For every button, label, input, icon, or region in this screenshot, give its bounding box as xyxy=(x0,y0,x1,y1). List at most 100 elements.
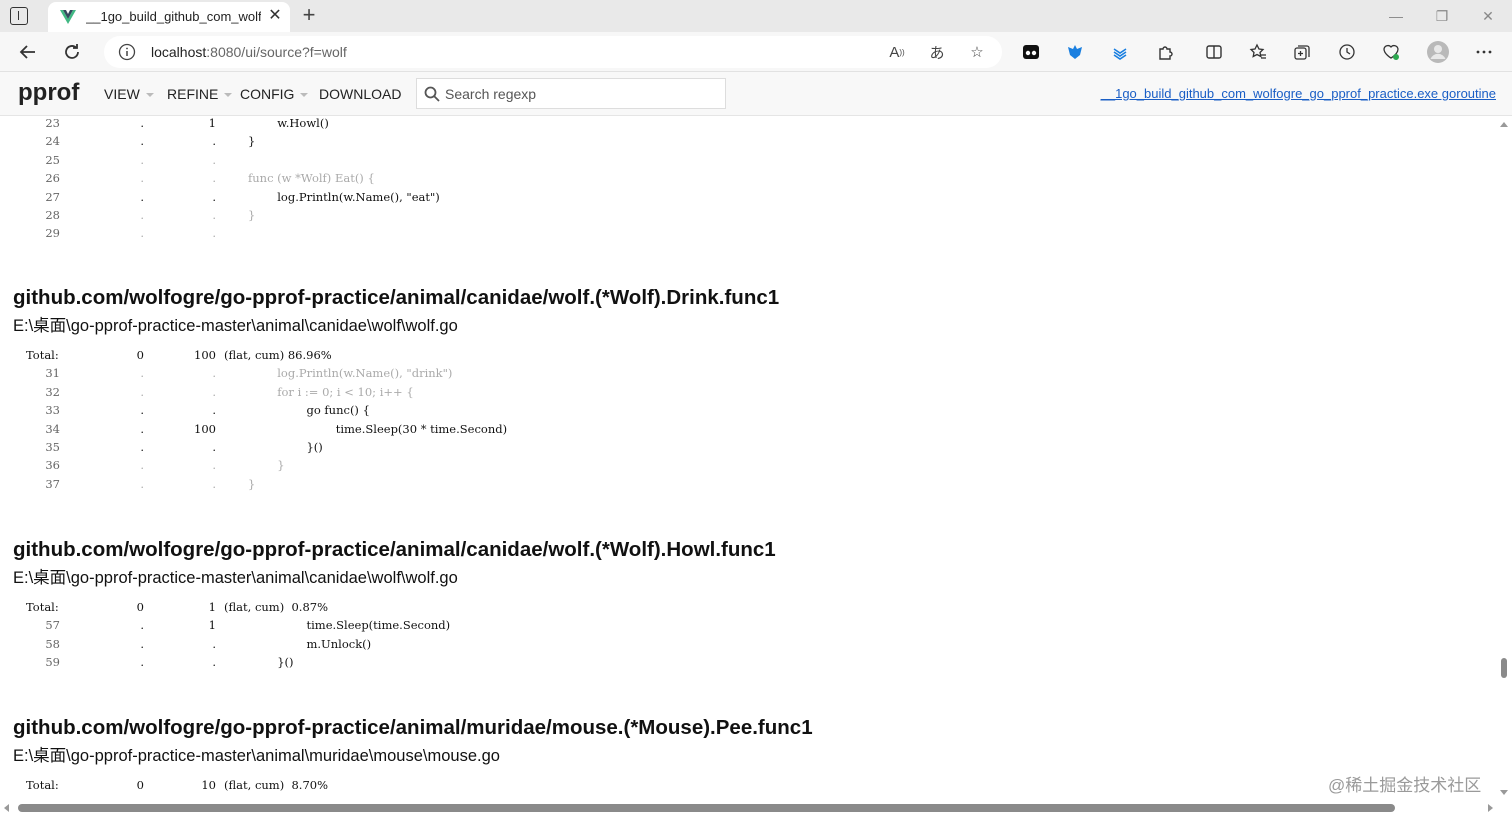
source-code: }() xyxy=(248,440,323,454)
vue-favicon-icon xyxy=(60,10,76,24)
source-line: 26.. func (w *Wolf) Eat() { xyxy=(0,171,1000,189)
cum-value: . xyxy=(212,440,216,454)
url-text[interactable]: localhost:8080/ui/source?f=wolf xyxy=(151,44,347,60)
performance-icon[interactable] xyxy=(1379,40,1403,64)
scroll-up-arrow-icon[interactable] xyxy=(1500,122,1508,127)
window-close-icon[interactable]: ✕ xyxy=(1478,6,1498,26)
line-number: 24 xyxy=(45,134,60,149)
collections-icon[interactable] xyxy=(1290,40,1314,64)
scroll-down-arrow-icon[interactable] xyxy=(1500,790,1508,795)
refresh-icon[interactable] xyxy=(60,40,84,64)
menu-refine-label: REFINE xyxy=(167,86,219,102)
source-code: time.Sleep(time.Second) xyxy=(248,618,451,633)
flat-value: . xyxy=(140,366,144,381)
scroll-left-arrow-icon[interactable] xyxy=(4,804,9,812)
horizontal-scroll-thumb[interactable] xyxy=(18,804,1395,812)
menu-refine[interactable]: REFINE xyxy=(167,86,233,102)
menu-view-label: VIEW xyxy=(104,86,140,102)
url-path: :8080/ui/source?f=wolf xyxy=(206,44,347,60)
browser-tab[interactable]: __1go_build_github_com_wolfogre_go_pprof… xyxy=(48,2,290,32)
menu-download[interactable]: DOWNLOAD xyxy=(319,86,401,102)
url-host: localhost xyxy=(151,44,207,60)
cum-value: . xyxy=(212,226,216,241)
flat-value: . xyxy=(140,458,144,473)
source-code: func (w *Wolf) Eat() { xyxy=(248,171,375,186)
source-line: 28..} xyxy=(0,208,1000,226)
cum-value: 1 xyxy=(208,116,216,130)
profile-link[interactable]: __1go_build_github_com_wolfogre_go_pprof… xyxy=(1101,86,1496,101)
source-code: go func() { xyxy=(248,403,370,418)
source-code: log.Println(w.Name(), "eat") xyxy=(248,189,440,204)
cum-value: 100 xyxy=(194,421,216,436)
flat-value: . xyxy=(140,134,144,149)
flat-value: . xyxy=(140,171,144,186)
total-cum: 1 xyxy=(208,600,216,614)
source-code: log.Println(w.Name(), "drink") xyxy=(248,366,453,381)
source-listing: 23. 1 w.Howl() 24..} 25.. 26.. func (w *Wolf)… xyxy=(0,116,1496,801)
profile-avatar-icon[interactable] xyxy=(1426,40,1450,64)
cum-value: . xyxy=(212,384,216,399)
source-code: } xyxy=(248,458,285,473)
translate-icon[interactable]: あ xyxy=(927,42,947,62)
line-number: 26 xyxy=(45,171,60,186)
cum-value: . xyxy=(212,458,216,473)
new-tab-icon[interactable]: + xyxy=(298,4,320,26)
cum-value: . xyxy=(212,403,216,418)
source-code: }() xyxy=(248,655,294,670)
total-note: (flat, cum) 86.96% xyxy=(224,348,332,362)
menu-view[interactable]: VIEW xyxy=(104,86,154,102)
total-flat: 0 xyxy=(136,778,144,792)
caret-down-icon xyxy=(300,93,309,98)
source-line: 29.. xyxy=(0,226,1000,244)
flat-value: . xyxy=(140,403,144,418)
history-icon[interactable] xyxy=(1335,40,1359,64)
extension-black-icon[interactable] xyxy=(1019,40,1043,64)
site-info-icon[interactable] xyxy=(118,43,136,61)
extension-layers-icon[interactable] xyxy=(1108,40,1132,64)
favorites-icon[interactable] xyxy=(1246,40,1270,64)
extensions-puzzle-icon[interactable] xyxy=(1153,40,1177,64)
total-flat: 0 xyxy=(136,348,144,362)
source-code: } xyxy=(248,476,256,491)
line-number: 36 xyxy=(45,458,60,473)
flat-value: . xyxy=(140,208,144,222)
address-bar[interactable]: localhost:8080/ui/source?f=wolf A)) あ ☆ xyxy=(104,36,1002,68)
read-aloud-icon[interactable]: A)) xyxy=(887,42,907,62)
scroll-right-arrow-icon[interactable] xyxy=(1488,804,1493,812)
total-cum: 100 xyxy=(194,348,216,362)
horizontal-scrollbar[interactable] xyxy=(0,801,1512,815)
tab-close-icon[interactable]: ✕ xyxy=(266,7,284,25)
cum-value: . xyxy=(212,636,216,651)
back-arrow-icon[interactable] xyxy=(16,40,40,64)
source-code: m.Unlock() xyxy=(248,636,372,651)
tab-actions-icon[interactable] xyxy=(10,7,28,25)
line-number: 34 xyxy=(45,421,60,436)
total-row: Total: 0 100 (flat, cum) 86.96% xyxy=(0,348,1000,366)
split-screen-icon[interactable] xyxy=(1202,40,1226,64)
more-menu-icon[interactable] xyxy=(1472,40,1496,64)
total-cum: 10 xyxy=(201,778,216,792)
flat-value: . xyxy=(140,189,144,204)
source-line: 23. 1 w.Howl() xyxy=(0,116,1000,134)
line-number: 29 xyxy=(45,226,60,241)
source-code: time.Sleep(30 * time.Second) xyxy=(248,421,508,436)
line-number: 33 xyxy=(45,403,60,418)
minimize-icon[interactable]: — xyxy=(1386,6,1406,26)
vertical-scroll-thumb[interactable] xyxy=(1501,658,1507,678)
source-code: } xyxy=(248,134,256,149)
vertical-scrollbar[interactable] xyxy=(1496,116,1512,801)
extension-blue-bird-icon[interactable] xyxy=(1063,40,1087,64)
favorite-star-icon[interactable]: ☆ xyxy=(967,42,987,62)
flat-value: . xyxy=(140,636,144,651)
source-file-path: E:\桌面\go-pprof-practice-master\animal\mu… xyxy=(13,747,500,765)
cum-value: . xyxy=(212,152,216,167)
restore-icon[interactable]: ❐ xyxy=(1432,6,1452,26)
flat-value: . xyxy=(140,116,144,130)
total-label: Total: xyxy=(26,348,59,362)
flat-value: . xyxy=(140,440,144,454)
cum-value: . xyxy=(212,189,216,204)
menu-config[interactable]: CONFIG xyxy=(240,86,309,102)
flat-value: . xyxy=(140,384,144,399)
search-input[interactable] xyxy=(445,83,721,105)
line-number: 59 xyxy=(45,655,60,670)
